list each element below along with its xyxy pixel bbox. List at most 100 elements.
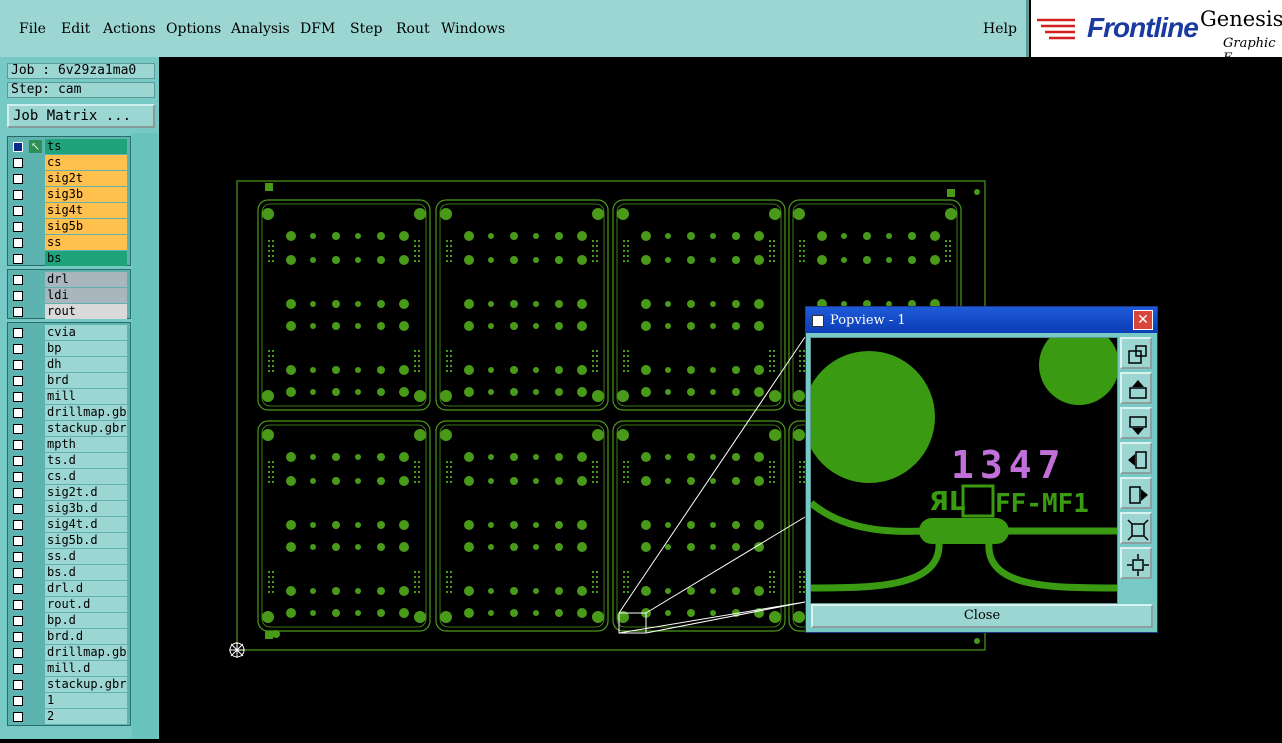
layer-name[interactable]: drl <box>45 272 127 287</box>
layer-row-cs[interactable]: cs <box>8 155 132 171</box>
layer-name[interactable]: stackup.gbr <box>45 421 127 436</box>
layer-checkbox[interactable] <box>13 360 23 370</box>
layer-checkbox[interactable] <box>13 206 23 216</box>
layer-checkbox[interactable] <box>13 536 23 546</box>
layer-row-sig2t[interactable]: sig2t <box>8 171 132 187</box>
layer-name[interactable]: ss.d <box>45 549 127 564</box>
layer-name[interactable]: drillmap.gbr <box>45 405 127 420</box>
menu-options[interactable]: Options <box>166 21 221 37</box>
layer-name[interactable]: 2 <box>45 709 127 724</box>
layer-name[interactable]: sig2t <box>45 171 127 186</box>
layer-row-cs-d[interactable]: cs.d <box>8 469 132 485</box>
layer-row-sig4t-d[interactable]: sig4t.d <box>8 517 132 533</box>
menu-analysis[interactable]: Analysis <box>231 21 290 37</box>
layer-name[interactable]: cs.d <box>45 469 127 484</box>
layer-checkbox[interactable] <box>13 472 23 482</box>
layer-name[interactable]: sig5b <box>45 219 127 234</box>
layer-name[interactable]: ts.d <box>45 453 127 468</box>
layer-row-cvia[interactable]: cvia <box>8 325 132 341</box>
layer-checkbox[interactable] <box>13 238 23 248</box>
layer-name[interactable]: dh <box>45 357 127 372</box>
layer-name[interactable]: rout <box>45 304 127 319</box>
layer-row-sig3b[interactable]: sig3b <box>8 187 132 203</box>
layer-checkbox[interactable] <box>13 190 23 200</box>
layer-name[interactable]: 1 <box>45 693 127 708</box>
layer-row-drillmap-gbr[interactable]: drillmap.gbr <box>8 645 132 661</box>
layer-row-ts-d[interactable]: ts.d <box>8 453 132 469</box>
layer-name[interactable]: brd <box>45 373 127 388</box>
pan-right-icon[interactable] <box>1120 477 1152 509</box>
menu-edit[interactable]: Edit <box>61 21 90 37</box>
layer-name[interactable]: cs <box>45 155 127 170</box>
layer-checkbox[interactable] <box>13 456 23 466</box>
layer-row-sig5b-d[interactable]: sig5b.d <box>8 533 132 549</box>
layer-name[interactable]: mill.d <box>45 661 127 676</box>
layer-row-sig2t-d[interactable]: sig2t.d <box>8 485 132 501</box>
menu-windows[interactable]: Windows <box>441 21 505 37</box>
layer-checkbox[interactable] <box>13 440 23 450</box>
zoom-out-icon[interactable] <box>1120 547 1152 579</box>
layer-name[interactable]: rout.d <box>45 597 127 612</box>
layer-row-sig5b[interactable]: sig5b <box>8 219 132 235</box>
popview-close-button[interactable]: Close <box>811 604 1153 628</box>
layer-name[interactable]: ss <box>45 235 127 250</box>
layer-checkbox[interactable] <box>13 222 23 232</box>
layer-checkbox[interactable] <box>13 376 23 386</box>
layer-name[interactable]: sig3b <box>45 187 127 202</box>
layer-row-sig3b-d[interactable]: sig3b.d <box>8 501 132 517</box>
layer-name[interactable]: drillmap.gbr <box>45 645 127 660</box>
layer-checkbox[interactable] <box>13 275 23 285</box>
layer-row-mill-d[interactable]: mill.d <box>8 661 132 677</box>
layer-name[interactable]: bs.d <box>45 565 127 580</box>
popview-zoom-view[interactable]: 1347 ЯL FF-MF1 <box>803 325 1119 604</box>
layer-name[interactable]: drl.d <box>45 581 127 596</box>
pan-left-icon[interactable] <box>1120 442 1152 474</box>
layer-checkbox[interactable] <box>13 142 23 152</box>
layer-checkbox[interactable] <box>13 664 23 674</box>
popview-titlebar[interactable]: Popview - 1 ✕ <box>806 307 1157 333</box>
layer-row-1[interactable]: 1 <box>8 693 132 709</box>
layer-row-stackup-gbr[interactable]: stackup.gbr <box>8 421 132 437</box>
layer-row-ss-d[interactable]: ss.d <box>8 549 132 565</box>
layer-checkbox[interactable] <box>13 344 23 354</box>
layer-row-rout-d[interactable]: rout.d <box>8 597 132 613</box>
layer-row-stackup-gbr[interactable]: stackup.gbr <box>8 677 132 693</box>
layer-row-brd[interactable]: brd <box>8 373 132 389</box>
layer-row-bs-d[interactable]: bs.d <box>8 565 132 581</box>
layer-name[interactable]: bp <box>45 341 127 356</box>
layer-row-rout[interactable]: rout <box>8 304 132 320</box>
layer-row-drl[interactable]: drl <box>8 272 132 288</box>
layer-name[interactable]: bs <box>45 251 127 266</box>
layer-row-2[interactable]: 2 <box>8 709 132 725</box>
close-icon[interactable]: ✕ <box>1133 310 1153 330</box>
layer-checkbox[interactable] <box>13 648 23 658</box>
menu-file[interactable]: File <box>19 21 46 37</box>
layer-name[interactable]: ts <box>45 139 127 154</box>
layer-checkbox[interactable] <box>13 307 23 317</box>
layer-name[interactable]: sig4t.d <box>45 517 127 532</box>
layer-checkbox[interactable] <box>13 680 23 690</box>
layer-name[interactable]: bp.d <box>45 613 127 628</box>
menu-dfm[interactable]: DFM <box>300 21 335 37</box>
layer-checkbox[interactable] <box>13 712 23 722</box>
layer-name[interactable]: sig5b.d <box>45 533 127 548</box>
layer-checkbox[interactable] <box>13 520 23 530</box>
layer-name[interactable]: stackup.gbr <box>45 677 127 692</box>
layer-row-sig4t[interactable]: sig4t <box>8 203 132 219</box>
zoom-fit-icon[interactable] <box>1120 512 1152 544</box>
layer-name[interactable]: mpth <box>45 437 127 452</box>
layer-row-drl-d[interactable]: drl.d <box>8 581 132 597</box>
layer-checkbox[interactable] <box>13 584 23 594</box>
layer-checkbox[interactable] <box>13 158 23 168</box>
layer-row-bp[interactable]: bp <box>8 341 132 357</box>
layer-checkbox[interactable] <box>13 616 23 626</box>
layer-checkbox[interactable] <box>13 696 23 706</box>
layer-checkbox[interactable] <box>13 632 23 642</box>
layer-name[interactable]: ldi <box>45 288 127 303</box>
layer-name[interactable]: sig4t <box>45 203 127 218</box>
layer-name[interactable]: brd.d <box>45 629 127 644</box>
layer-name[interactable]: sig3b.d <box>45 501 127 516</box>
layer-checkbox[interactable] <box>13 488 23 498</box>
layer-row-dh[interactable]: dh <box>8 357 132 373</box>
layer-checkbox[interactable] <box>13 408 23 418</box>
